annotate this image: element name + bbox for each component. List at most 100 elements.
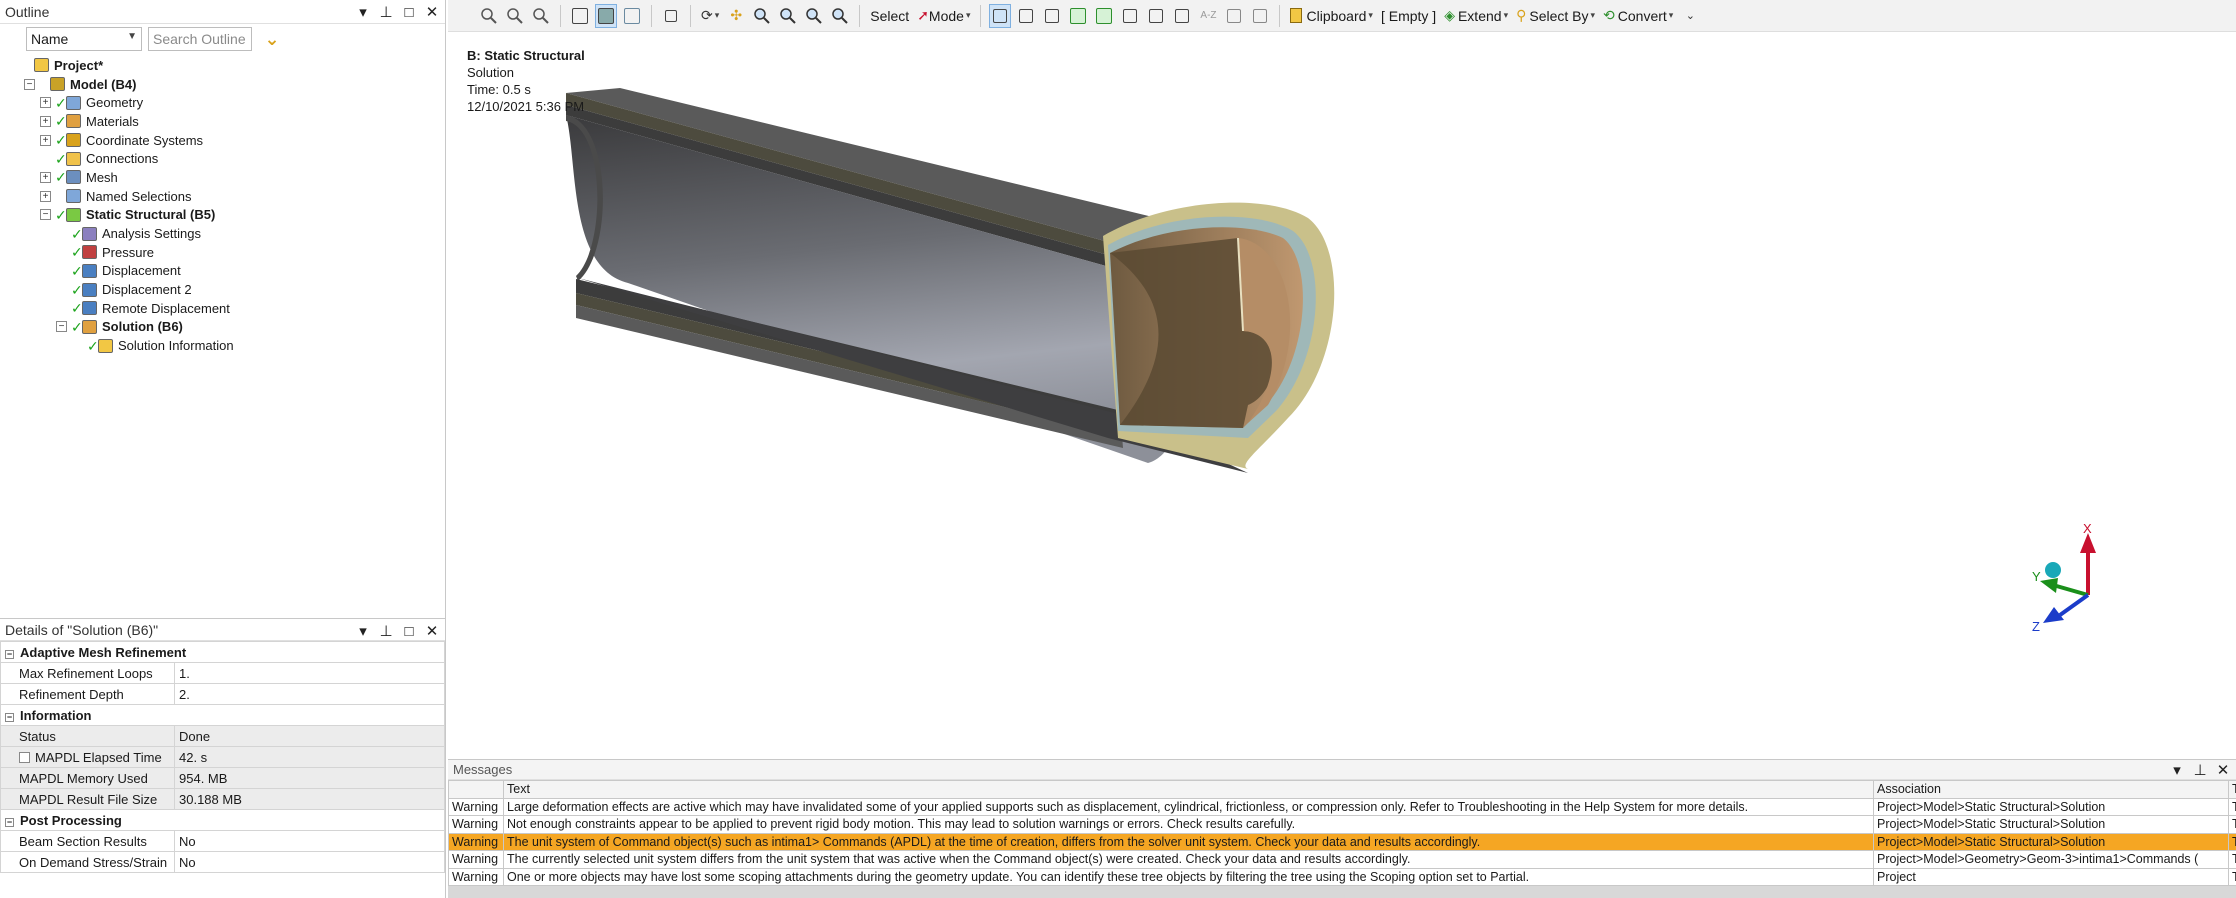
pan-icon[interactable]: ✣ bbox=[725, 4, 747, 28]
message-row[interactable]: Warning The currently selected unit syste… bbox=[448, 850, 2236, 869]
dropdown-icon[interactable]: ▾ bbox=[356, 3, 370, 21]
graphics-viewport[interactable]: B: Static Structural Solution Time: 0.5 … bbox=[448, 33, 2236, 759]
details-row[interactable]: On Demand Stress/Strain No bbox=[0, 851, 445, 873]
messages-column-header[interactable]: Association bbox=[1873, 780, 2229, 799]
tree-item[interactable]: − ✓ Static Structural (B5) bbox=[0, 206, 445, 225]
tree-item[interactable]: ✓ Displacement 2 bbox=[0, 280, 445, 299]
search-outline-input[interactable]: Search Outline bbox=[148, 27, 252, 51]
coordinate-triad[interactable]: X Y Z bbox=[2028, 523, 2138, 643]
close-icon[interactable]: ✕ bbox=[425, 3, 439, 21]
filter-type-select[interactable]: Name ▼ bbox=[26, 27, 142, 51]
select-face-icon[interactable] bbox=[1067, 4, 1089, 28]
tree-item[interactable]: + ✓ Geometry bbox=[0, 93, 445, 112]
details-row[interactable]: Status Done bbox=[0, 725, 445, 747]
toolbar-overflow-icon[interactable]: ⌄ bbox=[1679, 4, 1701, 28]
horizontal-scrollbar[interactable] bbox=[448, 886, 2236, 898]
mode-button[interactable]: ➚ Mode ▾ bbox=[915, 4, 972, 28]
tree-item[interactable]: ✓ Pressure bbox=[0, 243, 445, 262]
expand-icon[interactable]: + bbox=[40, 97, 51, 109]
convert-button[interactable]: ⟲ Convert ▾ bbox=[1601, 4, 1675, 28]
pin-icon[interactable]: ⊥ bbox=[379, 3, 393, 21]
tree-item[interactable]: ✓ Analysis Settings bbox=[0, 224, 445, 243]
details-section-header[interactable]: − Post Processing bbox=[0, 809, 445, 831]
extend-button[interactable]: ◈ Extend ▾ bbox=[1442, 4, 1510, 28]
close-icon[interactable]: ✕ bbox=[425, 622, 439, 640]
details-section-header[interactable]: − Information bbox=[0, 704, 445, 726]
message-row[interactable]: Warning The unit system of Command object… bbox=[448, 832, 2236, 851]
clipboard-button[interactable]: Clipboard ▾ bbox=[1288, 4, 1374, 28]
tree-item[interactable]: ✓ Solution Information bbox=[0, 336, 445, 355]
sort-icon[interactable]: A-Z bbox=[1197, 4, 1219, 28]
box-zoom-icon[interactable] bbox=[660, 4, 682, 28]
tree-item[interactable]: ✓ Connections bbox=[0, 149, 445, 168]
details-row[interactable]: Beam Section Results No bbox=[0, 830, 445, 852]
details-row-value[interactable]: No bbox=[174, 851, 445, 873]
expand-icon[interactable]: + bbox=[40, 171, 51, 183]
zoom-in-icon[interactable] bbox=[777, 4, 799, 28]
zoom-next-icon[interactable] bbox=[530, 4, 552, 28]
parameter-checkbox[interactable] bbox=[19, 751, 30, 763]
collapse-icon[interactable]: − bbox=[5, 712, 14, 722]
message-row[interactable]: Warning Not enough constraints appear to … bbox=[448, 815, 2236, 834]
details-row[interactable]: MAPDL Result File Size 30.188 MB bbox=[0, 788, 445, 810]
messages-column-header[interactable] bbox=[448, 780, 504, 799]
select-point-icon[interactable] bbox=[989, 3, 1012, 28]
dropdown-icon[interactable]: ▾ bbox=[356, 622, 370, 640]
message-row[interactable]: Warning One or more objects may have lost… bbox=[448, 867, 2236, 886]
expand-icon[interactable]: + bbox=[40, 115, 51, 127]
tree-item[interactable]: + ✓ Mesh bbox=[0, 168, 445, 187]
tree-item[interactable]: ✓ Remote Displacement bbox=[0, 299, 445, 318]
tree-item[interactable]: − ✓ Solution (B6) bbox=[0, 318, 445, 337]
zoom-out-icon[interactable] bbox=[478, 4, 500, 28]
select-edge-icon[interactable] bbox=[1041, 4, 1063, 28]
tree-item[interactable]: Project* bbox=[0, 56, 445, 75]
select-element-icon[interactable] bbox=[1171, 4, 1193, 28]
details-row-value[interactable]: 1. bbox=[174, 662, 445, 684]
zoom-icon[interactable] bbox=[751, 4, 773, 28]
close-icon[interactable]: ✕ bbox=[2216, 761, 2230, 779]
zoom-to-fit-icon[interactable] bbox=[803, 4, 825, 28]
details-row[interactable]: MAPDL Memory Used 954. MB bbox=[0, 767, 445, 789]
details-row-value[interactable]: No bbox=[174, 830, 445, 852]
pin-icon[interactable]: ⊥ bbox=[379, 622, 393, 640]
tree-item[interactable]: − Model (B4) bbox=[0, 75, 445, 94]
collapse-icon[interactable]: − bbox=[40, 209, 51, 221]
select-all-icon[interactable] bbox=[1249, 4, 1271, 28]
expand-icon[interactable]: + bbox=[40, 190, 51, 202]
model-geometry[interactable] bbox=[448, 33, 2236, 759]
shaded-icon[interactable] bbox=[595, 3, 617, 28]
select-button[interactable]: Select bbox=[868, 4, 911, 28]
select-by-button[interactable]: ⚲ Select By ▾ bbox=[1514, 4, 1597, 28]
maximize-icon[interactable]: □ bbox=[402, 4, 416, 21]
dropdown-icon[interactable]: ▾ bbox=[2170, 761, 2184, 779]
collapse-icon[interactable]: − bbox=[5, 649, 14, 659]
details-row[interactable]: Refinement Depth 2. bbox=[0, 683, 445, 705]
tree-item[interactable]: + Named Selections bbox=[0, 187, 445, 206]
rotate-icon[interactable]: ⟳ ▾ bbox=[699, 4, 721, 28]
collapse-icon[interactable]: − bbox=[5, 817, 14, 827]
collapse-icon[interactable]: − bbox=[56, 321, 67, 333]
select-element-face-icon[interactable] bbox=[1145, 4, 1167, 28]
expand-icon[interactable]: + bbox=[40, 134, 51, 146]
select-mesh-icon[interactable] bbox=[1223, 4, 1245, 28]
message-row[interactable]: Warning Large deformation effects are act… bbox=[448, 797, 2236, 816]
details-row[interactable]: Max Refinement Loops 1. bbox=[0, 662, 445, 684]
zoom-to-selection-icon[interactable] bbox=[829, 4, 851, 28]
tree-item[interactable]: ✓ Displacement bbox=[0, 262, 445, 281]
pin-icon[interactable]: ⊥ bbox=[2193, 761, 2207, 779]
details-row[interactable]: MAPDL Elapsed Time 42. s bbox=[0, 746, 445, 768]
select-vertex-icon[interactable] bbox=[1015, 4, 1037, 28]
messages-column-header[interactable]: Text bbox=[503, 780, 1874, 799]
collapse-icon[interactable]: − bbox=[24, 78, 35, 90]
maximize-icon[interactable]: □ bbox=[402, 623, 416, 640]
tree-item[interactable]: + ✓ Coordinate Systems bbox=[0, 131, 445, 150]
select-body-icon[interactable] bbox=[1093, 4, 1115, 28]
details-row-value[interactable]: 2. bbox=[174, 683, 445, 705]
details-section-header[interactable]: − Adaptive Mesh Refinement bbox=[0, 641, 445, 663]
display-options-icon[interactable] bbox=[621, 4, 643, 28]
tree-item[interactable]: + ✓ Materials bbox=[0, 112, 445, 131]
wireframe-icon[interactable] bbox=[569, 4, 591, 28]
expand-filter-icon[interactable]: ⌄ bbox=[258, 27, 286, 51]
messages-column-header[interactable]: T bbox=[2228, 780, 2236, 799]
zoom-previous-icon[interactable] bbox=[504, 4, 526, 28]
